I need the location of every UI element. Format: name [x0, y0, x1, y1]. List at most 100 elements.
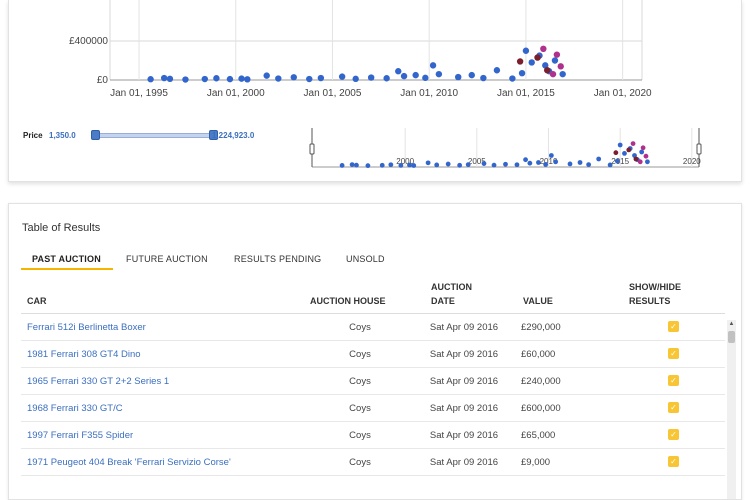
- data-point: [522, 47, 530, 54]
- x-tick-label: Jan 01, 1995: [110, 88, 168, 99]
- data-point: [412, 71, 419, 79]
- auction-house-cell: Coys: [349, 322, 371, 333]
- data-point: [551, 57, 559, 64]
- column-header-value: VALUE: [523, 296, 553, 306]
- data-point: [435, 70, 443, 78]
- data-point: [352, 75, 359, 83]
- tab-results-pending[interactable]: RESULTS PENDING: [234, 254, 321, 264]
- navigator-data-point: [407, 162, 412, 168]
- table-row: 1981 Ferrari 308 GT4 Dino Coys Sat Apr 0…: [21, 341, 725, 368]
- data-point: [557, 63, 564, 70]
- navigator-data-point: [523, 157, 528, 163]
- data-point: [395, 68, 402, 75]
- data-point: [549, 70, 557, 78]
- range-handle-icon[interactable]: [309, 143, 315, 155]
- navigator-data-point: [596, 156, 602, 162]
- checkbox-check-icon[interactable]: ✓: [668, 321, 679, 332]
- navigator-data-point: [365, 163, 371, 169]
- table-scrollbar[interactable]: ▲: [727, 320, 736, 499]
- x-tick-label: Jan 01, 2020: [594, 88, 652, 99]
- checkbox-check-icon[interactable]: ✓: [668, 429, 679, 440]
- data-point: [455, 73, 462, 81]
- navigator-data-point: [630, 141, 636, 147]
- column-header-car: CAR: [27, 296, 47, 306]
- data-point: [540, 45, 547, 52]
- data-point: [468, 71, 475, 79]
- navigator-data-point: [577, 160, 583, 165]
- data-point: [226, 75, 234, 83]
- y-tick-label: £0: [97, 75, 109, 86]
- data-point: [263, 72, 270, 79]
- results-table-panel: Table of Results PAST AUCTION FUTURE AUC…: [8, 203, 742, 500]
- navigator-data-point: [617, 142, 623, 148]
- navigator-data-point: [354, 162, 359, 168]
- navigator-data-point: [425, 160, 431, 166]
- chart-panel: Jan 01, 1995 Jan 01, 2000 Jan 01, 2005 Jan …: [8, 0, 742, 182]
- value-cell: £600,000: [521, 403, 561, 414]
- data-point: [275, 75, 282, 82]
- data-point: [182, 76, 189, 83]
- column-header-auction-date-line1: AUCTION: [431, 282, 472, 292]
- checkbox-check-icon[interactable]: ✓: [668, 402, 679, 413]
- range-handle-icon[interactable]: [696, 143, 702, 155]
- data-point: [338, 73, 346, 80]
- navigator-data-point: [639, 149, 645, 155]
- navigator-data-point: [607, 162, 613, 168]
- car-link[interactable]: 1968 Ferrari 330 GT/C: [27, 403, 123, 414]
- navigator-data-point: [445, 161, 451, 167]
- price-range-track[interactable]: [95, 133, 213, 138]
- checkbox-check-icon[interactable]: ✓: [668, 456, 679, 467]
- car-link[interactable]: 1971 Peugeot 404 Break 'Ferrari Servizio…: [27, 457, 231, 468]
- price-min-handle[interactable]: [91, 130, 100, 140]
- data-point: [383, 75, 390, 82]
- navigator-data-point: [339, 163, 345, 168]
- car-link[interactable]: 1997 Ferrari F355 Spider: [27, 430, 133, 441]
- data-point: [516, 58, 524, 65]
- y-tick-label: £400000: [69, 36, 108, 47]
- navigator-data-point: [457, 162, 463, 168]
- tab-future-auction[interactable]: FUTURE AUCTION: [126, 254, 208, 264]
- table-row: 1968 Ferrari 330 GT/C Coys Sat Apr 09 20…: [21, 395, 725, 422]
- scroll-thumb[interactable]: [728, 331, 735, 343]
- data-point: [317, 74, 325, 82]
- column-header-show-hide-line2: RESULTS: [629, 296, 671, 306]
- data-point: [544, 67, 551, 74]
- data-point: [213, 75, 220, 82]
- data-point: [480, 74, 487, 82]
- auction-house-cell: Coys: [349, 349, 371, 360]
- data-point: [553, 51, 561, 58]
- navigator-data-point: [640, 145, 646, 151]
- data-point: [518, 69, 526, 77]
- navigator-data-point: [622, 151, 627, 156]
- navigator-data-point: [398, 162, 404, 168]
- x-tick-label: Jan 01, 2000: [207, 88, 265, 99]
- data-point: [201, 75, 208, 83]
- value-cell: £60,000: [521, 349, 556, 360]
- data-point: [166, 75, 174, 83]
- auction-date-cell: Sat Apr 09 2016: [429, 430, 499, 441]
- data-point: [400, 72, 408, 80]
- car-link[interactable]: 1981 Ferrari 308 GT4 Dino: [27, 349, 141, 360]
- checkbox-check-icon[interactable]: ✓: [668, 375, 679, 386]
- value-cell: £290,000: [521, 322, 561, 333]
- navigator-data-point: [548, 153, 554, 158]
- triangle-up-icon[interactable]: ▲: [727, 320, 736, 329]
- auction-scatter-chart[interactable]: Jan 01, 1995 Jan 01, 2000 Jan 01, 2005 Jan …: [9, 0, 743, 182]
- tab-unsold[interactable]: UNSOLD: [346, 254, 385, 264]
- navigator-data-point: [567, 161, 573, 167]
- navigator-data-point: [553, 159, 559, 165]
- car-link[interactable]: 1965 Ferrari 330 GT 2+2 Series 1: [27, 376, 169, 387]
- checkbox-check-icon[interactable]: ✓: [668, 348, 679, 359]
- auction-house-cell: Coys: [349, 403, 371, 414]
- navigator-data-point: [434, 162, 440, 168]
- navigator-tick-label: 2015: [611, 157, 629, 166]
- auction-date-cell: Sat Apr 09 2016: [429, 457, 499, 468]
- column-header-show-hide-line1: SHOW/HIDE: [629, 282, 682, 292]
- x-tick-label: Jan 01, 2015: [497, 88, 555, 99]
- data-point: [238, 75, 245, 82]
- tab-past-auction[interactable]: PAST AUCTION: [32, 254, 101, 264]
- navigator-data-point: [379, 162, 385, 168]
- active-tab-indicator: [21, 268, 113, 270]
- data-point: [244, 76, 251, 83]
- car-link[interactable]: Ferrari 512i Berlinetta Boxer: [27, 322, 146, 333]
